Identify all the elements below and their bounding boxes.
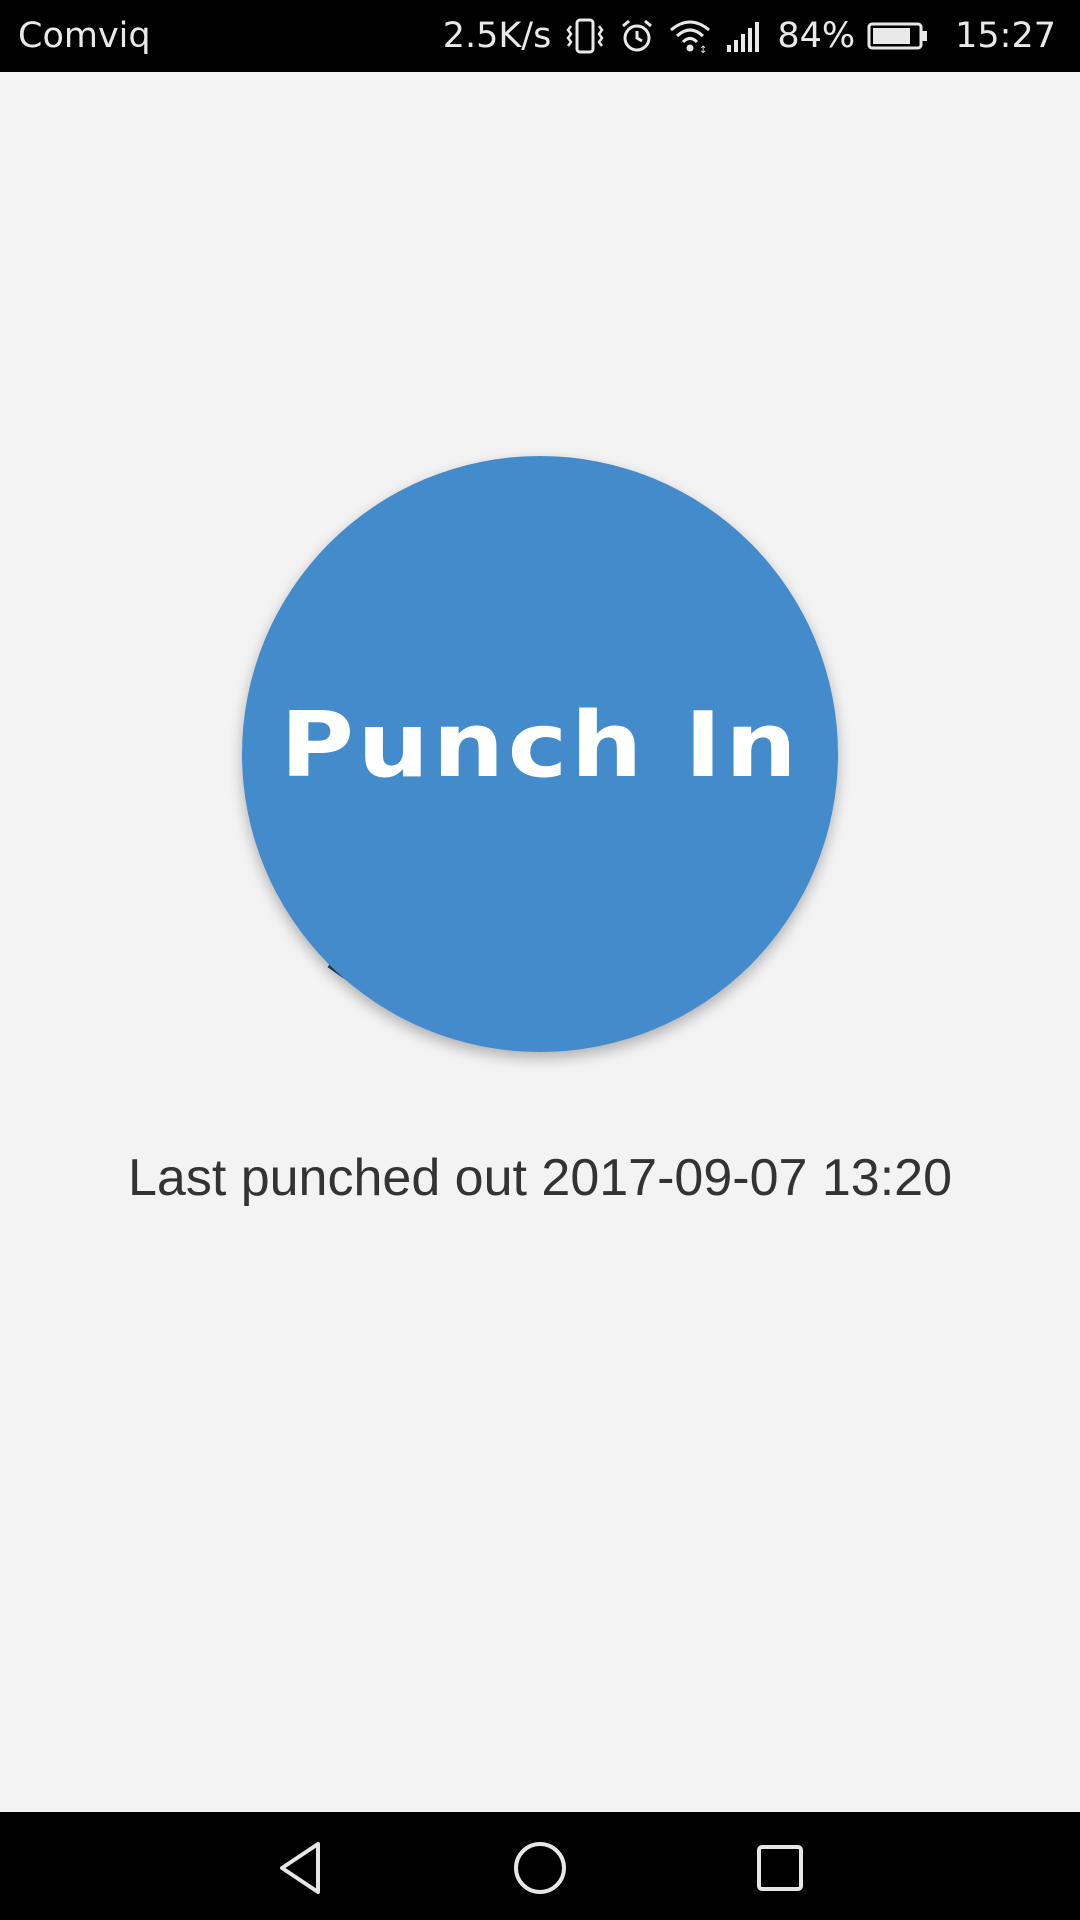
alarm-icon (619, 18, 655, 54)
status-bar: Comviq 2.5K/s ↕ 84% 15:27 (0, 0, 1080, 72)
home-button[interactable] (510, 1838, 570, 1898)
recent-apps-button[interactable] (750, 1838, 810, 1898)
punch-in-button[interactable]: Punch In (242, 456, 838, 1052)
last-punch-status: Last punched out 2017-09-07 13:20 (127, 1149, 952, 1207)
battery-icon (867, 18, 929, 54)
back-button[interactable] (270, 1838, 330, 1898)
navigation-bar (0, 1812, 1080, 1920)
home-icon (514, 1842, 566, 1894)
svg-text:↕: ↕ (699, 45, 707, 54)
app-screen: Comviq 2.5K/s ↕ 84% 15:27 Punch In Last … (0, 0, 1080, 1920)
status-clock: 15:27 (955, 16, 1056, 56)
network-speed: 2.5K/s (442, 16, 552, 56)
battery-percent: 84% (777, 16, 856, 56)
status-indicators: 2.5K/s ↕ 84% 15:27 (443, 12, 1056, 60)
recent-apps-icon (757, 1845, 803, 1891)
back-icon (280, 1842, 320, 1894)
carrier-name: Comviq (18, 16, 151, 56)
vibrate-icon (565, 18, 605, 54)
signal-icon (725, 18, 763, 54)
main-content: Punch In Last punched out 2017-09-07 13:… (0, 72, 1080, 1812)
wifi-icon: ↕ (669, 18, 711, 54)
punch-in-label: Punch In (279, 692, 801, 798)
punch-button-container: Punch In (238, 452, 842, 1056)
